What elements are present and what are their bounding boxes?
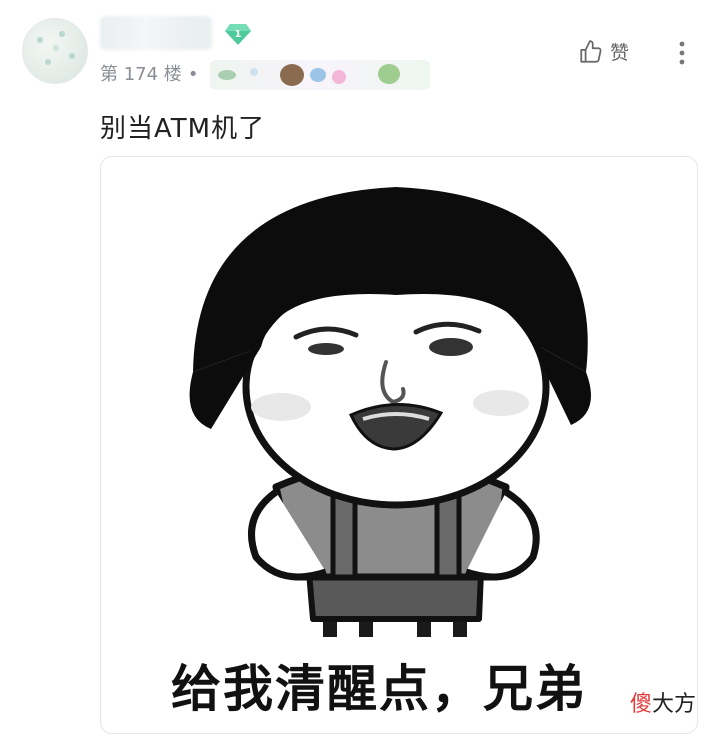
meme-caption: 给我清醒点，兄弟 (171, 660, 587, 718)
separator-dot: • (187, 64, 199, 85)
watermark-char-1: 傻 (630, 692, 653, 717)
watermark: 傻大方 (630, 686, 696, 718)
level-gem-icon: 1 (224, 22, 252, 46)
username-obscured[interactable] (100, 16, 212, 50)
like-button[interactable]: 赞 (578, 38, 629, 65)
floor-info: 第 174 楼 • (100, 60, 204, 86)
meme-image[interactable]: 给我清醒点，兄弟 (100, 156, 698, 734)
more-vertical-icon (679, 41, 685, 65)
comment-text: 别当ATM机了 (100, 114, 266, 144)
decoration-strip (210, 60, 430, 90)
level-number: 1 (235, 29, 242, 40)
meme-illustration (189, 187, 591, 637)
floor-label: 第 174 楼 (100, 64, 182, 85)
thumbs-up-icon (580, 39, 602, 63)
like-label: 赞 (610, 42, 630, 64)
more-options-button[interactable] (672, 38, 692, 68)
avatar[interactable] (22, 18, 88, 84)
watermark-char-2: 大方 (652, 692, 697, 717)
